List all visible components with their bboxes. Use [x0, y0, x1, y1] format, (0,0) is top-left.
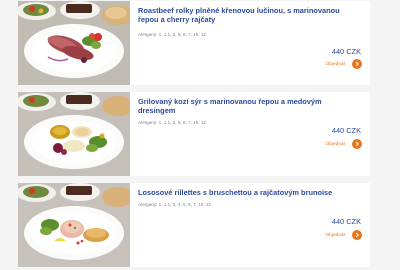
dish-photo	[18, 1, 130, 85]
dish-title: Grilovaný kozí sýr s marinovanou řepou a…	[138, 97, 322, 116]
arrow-right-icon[interactable]	[352, 59, 362, 69]
allergens-text: Alergeny: 1, 1.1, 3, 4, 5, 6, 7, 10, 12	[138, 202, 212, 208]
arrow-right-icon[interactable]	[352, 230, 362, 240]
order-label: Objednat	[325, 61, 345, 67]
dish-photo	[18, 183, 130, 267]
order-button[interactable]: Objednat	[326, 59, 362, 69]
order-button[interactable]: Objednat	[326, 230, 362, 240]
allergens-text: Alergeny: 1, 1.1, 3, 5, 6, 7, 10, 12	[138, 32, 206, 38]
menu-item-card: Grilovaný kozí sýr s marinovanou řepou a…	[18, 92, 370, 176]
dish-title: Roastbeef rolky plněné křenovou lučinou,…	[138, 6, 340, 25]
dish-price: 440 CZK	[331, 47, 361, 56]
menu-list: Roastbeef rolky plněné křenovou lučinou,…	[0, 0, 400, 270]
dish-photo	[18, 92, 130, 176]
arrow-right-icon[interactable]	[352, 139, 362, 149]
order-label: Objednat	[325, 141, 345, 147]
order-button[interactable]: Objednat	[326, 139, 362, 149]
dish-title: Lososové rillettes s bruschettou a rajča…	[138, 188, 333, 197]
order-label: Objednat	[325, 232, 345, 238]
dish-price: 440 CZK	[331, 217, 361, 226]
dish-price: 440 CZK	[331, 126, 361, 135]
menu-item-card: Lososové rillettes s bruschettou a rajča…	[18, 183, 370, 267]
allergens-text: Alergeny: 1, 1.1, 3, 5, 6, 7, 10, 12	[138, 120, 206, 126]
menu-item-card: Roastbeef rolky plněné křenovou lučinou,…	[18, 1, 370, 85]
